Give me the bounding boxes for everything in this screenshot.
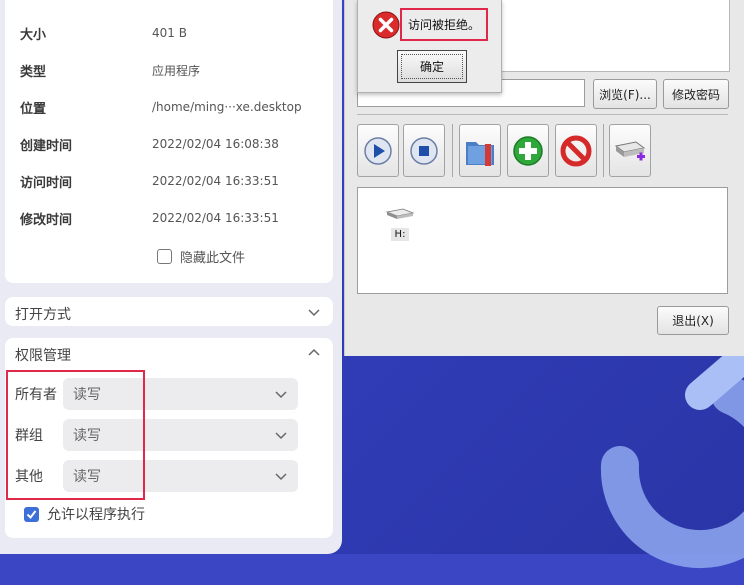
permissions-title: 权限管理 — [15, 348, 71, 364]
divider — [357, 114, 728, 115]
toolbar-separator — [603, 124, 604, 177]
exit-button[interactable]: 退出(X) — [657, 306, 729, 335]
info-value: 2022/02/04 16:33:51 — [152, 174, 279, 188]
allow-exec-label: 允许以程序执行 — [47, 507, 145, 523]
play-button[interactable] — [357, 124, 399, 177]
play-icon — [364, 136, 392, 165]
info-row-type: 类型 应用程序 — [20, 60, 200, 80]
remove-button[interactable] — [555, 124, 597, 177]
info-value: 401 B — [152, 26, 187, 40]
chevron-down-icon — [275, 391, 287, 399]
add-icon — [513, 135, 543, 166]
ok-button[interactable]: 确定 — [397, 50, 467, 83]
open-with-section[interactable]: 打开方式 — [5, 297, 333, 326]
info-value: 2022/02/04 16:08:38 — [152, 137, 279, 151]
add-drive-button[interactable] — [609, 124, 651, 177]
highlight-box — [6, 370, 145, 500]
drive-item[interactable]: H: — [380, 206, 420, 241]
stop-icon — [410, 136, 438, 165]
hide-file-label: 隐藏此文件 — [180, 251, 246, 266]
folder-icon — [466, 141, 494, 166]
info-row-modified: 修改时间 2022/02/04 16:33:51 — [20, 208, 279, 228]
info-row-size: 大小 401 B — [20, 23, 187, 43]
info-label: 修改时间 — [20, 212, 73, 228]
info-label: 访问时间 — [20, 175, 73, 191]
info-value: 2022/02/04 16:33:51 — [152, 211, 279, 225]
info-value: 应用程序 — [152, 63, 201, 78]
info-value: /home/ming···xe.desktop — [152, 100, 302, 114]
info-row-accessed: 访问时间 2022/02/04 16:33:51 — [20, 171, 279, 191]
chevron-down-icon[interactable] — [307, 305, 321, 319]
error-icon — [372, 11, 400, 39]
hide-file-checkbox[interactable]: 隐藏此文件 — [157, 247, 245, 266]
drive-icon — [385, 208, 415, 219]
info-row-created: 创建时间 2022/02/04 16:08:38 — [20, 134, 279, 154]
info-label: 类型 — [20, 64, 47, 80]
chevron-down-icon — [275, 473, 287, 481]
info-label: 创建时间 — [20, 138, 73, 154]
basic-info-card: 大小 401 B 类型 应用程序 位置 /home/ming···xe.desk… — [5, 0, 333, 283]
add-drive-icon — [614, 140, 646, 160]
stop-button[interactable] — [403, 124, 445, 177]
info-label: 位置 — [20, 101, 47, 117]
error-message-text: 访问被拒绝。 — [400, 8, 488, 41]
properties-panel: 大小 401 B 类型 应用程序 位置 /home/ming···xe.desk… — [0, 0, 342, 554]
chevron-up-icon[interactable] — [307, 346, 321, 360]
change-password-button[interactable]: 修改密码 — [663, 79, 729, 109]
open-with-title: 打开方式 — [15, 307, 71, 323]
toolbar-separator — [452, 124, 453, 177]
chevron-down-icon — [275, 432, 287, 440]
drive-label: H: — [390, 228, 410, 241]
error-message-box: 访问被拒绝。 确定 — [357, 0, 502, 93]
allow-exec-checkbox[interactable]: 允许以程序执行 — [24, 504, 145, 524]
add-button[interactable] — [507, 124, 549, 177]
browse-button[interactable]: 浏览(F)... — [593, 79, 657, 109]
prohibited-icon — [560, 135, 592, 166]
checkbox-checked[interactable] — [24, 506, 39, 522]
info-label: 大小 — [20, 27, 47, 43]
desktop-logo-icon — [600, 355, 744, 569]
open-folder-button[interactable] — [459, 124, 501, 177]
info-row-location: 位置 /home/ming···xe.desktop — [20, 97, 302, 117]
check-icon — [26, 509, 37, 519]
checkbox-box[interactable] — [157, 249, 172, 264]
drive-list: H: — [357, 187, 728, 294]
